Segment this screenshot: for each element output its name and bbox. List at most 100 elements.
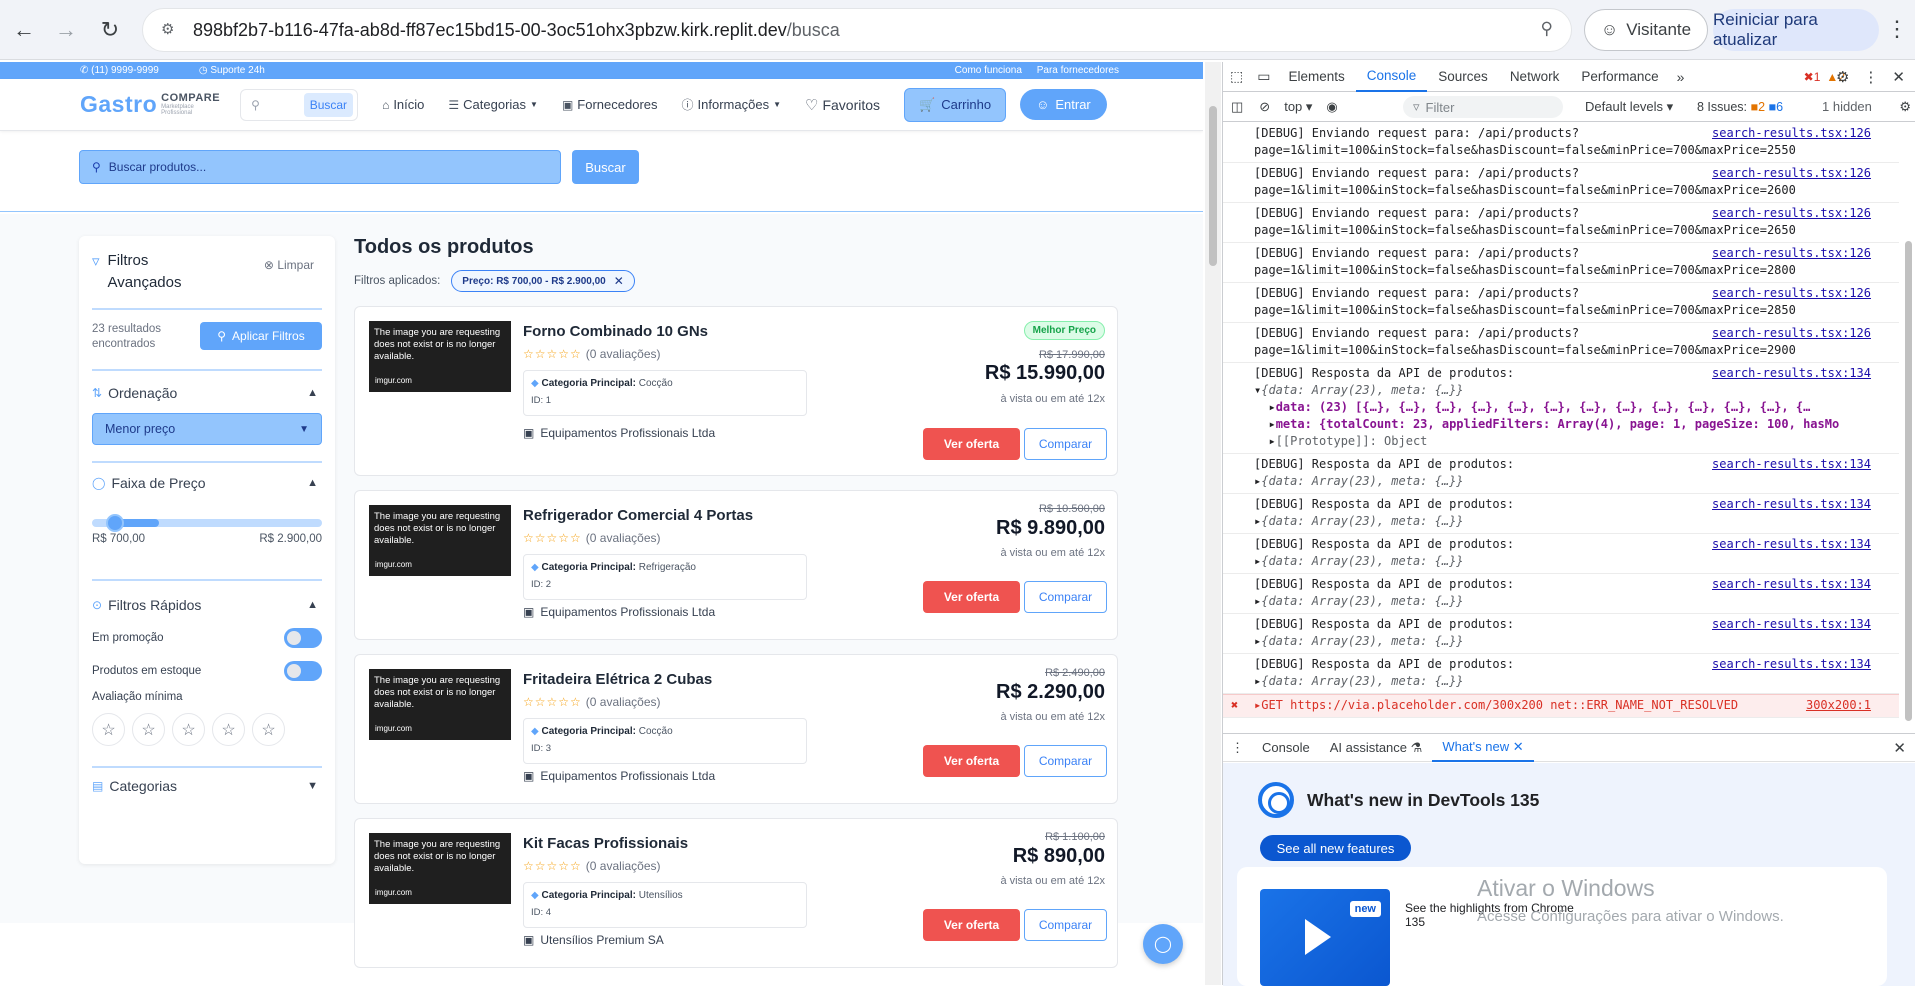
log-source-link[interactable]: search-results.tsx:126 [1712, 245, 1871, 262]
nav-favorites[interactable]: ♡ Favoritos [805, 96, 880, 114]
console-log-entry[interactable]: [DEBUG] Enviando request para: /api/prod… [1223, 203, 1899, 243]
expand-arrow-icon[interactable]: ▸ [1268, 400, 1275, 414]
product-seller[interactable]: ▣ Utensílios Premium SA [523, 933, 664, 947]
console-log-entry[interactable]: [DEBUG] Resposta da API de produtos: sear… [1223, 574, 1899, 614]
product-name[interactable]: Fritadeira Elétrica 2 Cubas [523, 671, 712, 688]
product-image-placeholder[interactable]: The image you are requesting does not ex… [369, 321, 511, 392]
drawer-tab-console[interactable]: Console [1252, 734, 1320, 762]
price-section-header[interactable]: ◯ Faixa de Preço ▲ [92, 475, 322, 491]
close-tab-icon[interactable]: ✕ [1513, 739, 1524, 755]
log-object[interactable]: {data: Array(23), meta: {…}} [1261, 514, 1463, 528]
compare-button[interactable]: Comparar [1024, 428, 1107, 460]
scroll-thumb[interactable] [1209, 106, 1217, 266]
sort-section-header[interactable]: ⇅ Ordenação ▲ [92, 385, 322, 401]
log-source-link[interactable]: search-results.tsx:134 [1712, 576, 1871, 593]
product-name[interactable]: Refrigerador Comercial 4 Portas [523, 507, 753, 524]
console-log-entry[interactable]: [DEBUG] Enviando request para: /api/prod… [1223, 323, 1899, 363]
drawer-menu-icon[interactable]: ⋮ [1223, 740, 1252, 756]
view-offer-button[interactable]: Ver oferta [923, 428, 1020, 460]
log-source-link[interactable]: search-results.tsx:134 [1712, 496, 1871, 513]
product-card[interactable]: The image you are requesting does not ex… [354, 490, 1118, 640]
compare-button[interactable]: Comparar [1024, 581, 1107, 613]
star-5-button[interactable]: ☆ [252, 713, 285, 746]
main-search-button[interactable]: Buscar [572, 150, 639, 184]
forward-icon[interactable]: → [48, 12, 84, 48]
log-source-link[interactable]: search-results.tsx:134 [1712, 536, 1871, 553]
log-object[interactable]: {data: Array(23), meta: {…}} [1261, 383, 1463, 397]
profile-button[interactable]: ☺ Visitante [1584, 9, 1708, 51]
categories-section-header[interactable]: ▤ Categorias ▼ [92, 778, 322, 794]
drawer-tab-ai-assistance[interactable]: AI assistance ⚗ [1320, 734, 1433, 762]
header-search[interactable]: ⚲ Buscar [240, 88, 359, 121]
console-scrollbar[interactable] [1902, 123, 1915, 731]
close-icon[interactable]: ✕ [614, 274, 624, 288]
star-2-button[interactable]: ☆ [132, 713, 165, 746]
context-select[interactable]: top ▾ [1278, 99, 1318, 115]
nav-info[interactable]: ⓘ Informações ▼ [682, 96, 781, 113]
product-name[interactable]: Kit Facas Profissionais [523, 835, 688, 852]
quick-filters-header[interactable]: ⊙ Filtros Rápidos ▲ [92, 597, 322, 613]
device-toggle-icon[interactable]: ▭ [1250, 68, 1277, 85]
tab-network[interactable]: Network [1499, 62, 1571, 92]
video-thumbnail[interactable]: new [1260, 889, 1390, 986]
console-log-entry[interactable]: [DEBUG] Resposta da API de produtos: sear… [1223, 654, 1899, 694]
log-object[interactable]: {data: Array(23), meta: {…}} [1261, 474, 1463, 488]
sidebar-toggle-icon[interactable]: ◫ [1223, 99, 1251, 115]
log-object[interactable]: {data: Array(23), meta: {…}} [1261, 594, 1463, 608]
nav-home[interactable]: ⌂ Início [382, 97, 424, 112]
console-log-entry[interactable]: [DEBUG] Enviando request para: /api/prod… [1223, 163, 1899, 203]
eye-icon[interactable]: ◉ [1318, 99, 1345, 115]
highlights-card[interactable]: new See the highlights from Chrome 135 [1237, 867, 1887, 986]
console-scroll-thumb[interactable] [1905, 241, 1912, 721]
site-logo[interactable]: Gastro COMPARE Marketplace Profissional [80, 91, 220, 118]
tab-elements[interactable]: Elements [1277, 62, 1355, 92]
zoom-search-icon[interactable]: ⚲ [1541, 19, 1553, 39]
product-image-placeholder[interactable]: The image you are requesting does not ex… [369, 833, 511, 904]
promo-toggle[interactable] [284, 627, 322, 648]
log-source-link[interactable]: search-results.tsx:134 [1712, 456, 1871, 473]
log-source-link[interactable]: search-results.tsx:126 [1712, 165, 1871, 182]
star-1-button[interactable]: ☆ [92, 713, 125, 746]
address-bar[interactable]: ⚙ 898bf2b7-b116-47fa-ab8d-ff87ec15bd15-0… [142, 8, 1572, 52]
log-source-link[interactable]: search-results.tsx:126 [1712, 205, 1871, 222]
devtools-menu-icon[interactable]: ⋮ [1863, 68, 1878, 86]
star-4-button[interactable]: ☆ [212, 713, 245, 746]
log-meta-line[interactable]: meta: {totalCount: 23, appliedFilters: A… [1276, 417, 1840, 431]
log-object[interactable]: {data: Array(23), meta: {…}} [1261, 554, 1463, 568]
site-info-icon[interactable]: ⚙ [161, 20, 174, 38]
stock-toggle[interactable] [284, 660, 322, 681]
compare-button[interactable]: Comparar [1024, 909, 1107, 941]
product-seller[interactable]: ▣ Equipamentos Profissionais Ltda [523, 605, 715, 619]
console-log-entry[interactable]: [DEBUG] Resposta da API de produtos: sear… [1223, 494, 1899, 534]
view-offer-button[interactable]: Ver oferta [923, 581, 1020, 613]
log-source-link[interactable]: search-results.tsx:126 [1712, 125, 1871, 142]
star-3-button[interactable]: ☆ [172, 713, 205, 746]
cart-button[interactable]: 🛒 Carrinho [904, 87, 1007, 122]
product-card[interactable]: The image you are requesting does not ex… [354, 306, 1118, 476]
see-all-features-button[interactable]: See all new features [1260, 835, 1411, 861]
log-source-link[interactable]: search-results.tsx:134 [1712, 616, 1871, 633]
expand-arrow-icon[interactable]: ▸ [1268, 434, 1275, 448]
header-search-button[interactable]: Buscar [303, 92, 354, 117]
product-card[interactable]: The image you are requesting does not ex… [354, 818, 1118, 968]
settings-gear-icon[interactable]: ⚙ [1836, 68, 1849, 86]
console-filter-input[interactable]: ▿ Filter [1403, 96, 1563, 118]
chat-button[interactable]: ◯ [1143, 924, 1183, 964]
browser-menu-icon[interactable]: ⋮ [1886, 16, 1908, 42]
nav-suppliers[interactable]: ▣ Fornecedores [562, 97, 658, 112]
more-tabs-icon[interactable]: » [1670, 69, 1692, 85]
drawer-tab-whats-new[interactable]: What's new ✕ [1432, 734, 1534, 762]
error-source-link[interactable]: 300x200:1 [1806, 697, 1871, 714]
price-range-handle[interactable] [106, 514, 124, 532]
console-log-entry[interactable]: [DEBUG] Enviando request para: /api/prod… [1223, 283, 1899, 323]
log-source-link[interactable]: search-results.tsx:134 [1712, 656, 1871, 673]
log-source-link[interactable]: search-results.tsx:126 [1712, 325, 1871, 342]
product-image-placeholder[interactable]: The image you are requesting does not ex… [369, 505, 511, 576]
main-search-input[interactable]: ⚲ Buscar produtos... [79, 150, 561, 184]
issues-button[interactable]: 8 Issues: ■2 ■6 [1697, 100, 1783, 114]
sort-select[interactable]: Menor preço ▼ [92, 413, 322, 445]
console-error-entry[interactable]: ✖ ▸GET https://via.placeholder.com/300x20… [1223, 694, 1899, 718]
restart-update-button[interactable]: Reiniciar para atualizar [1713, 9, 1879, 51]
console-log-entry[interactable]: [DEBUG] Resposta da API de produtos: sear… [1223, 614, 1899, 654]
price-range-slider[interactable] [92, 514, 322, 532]
